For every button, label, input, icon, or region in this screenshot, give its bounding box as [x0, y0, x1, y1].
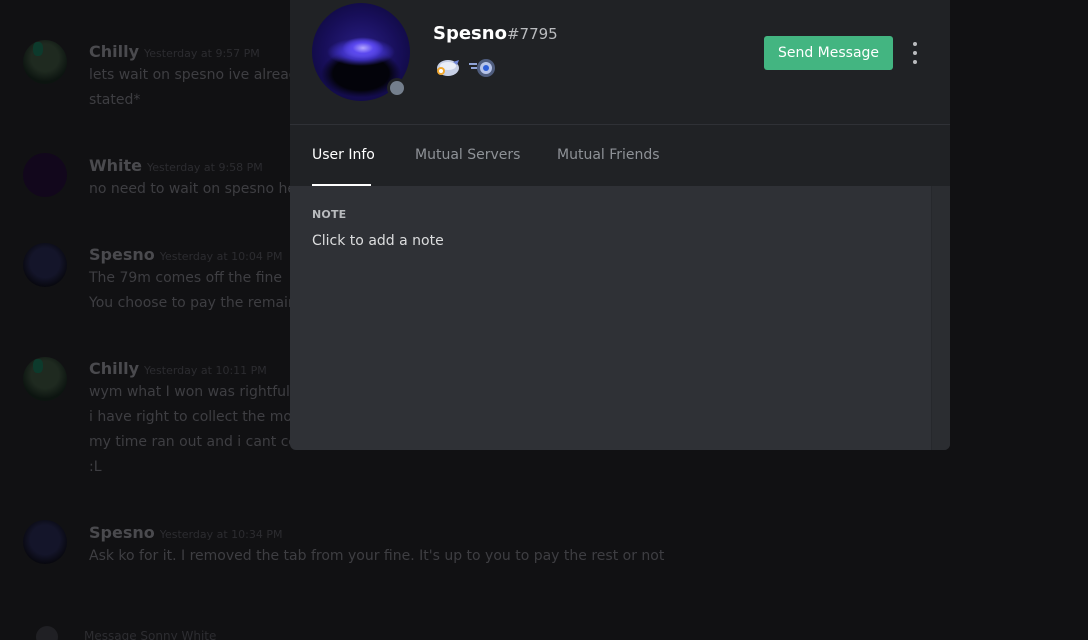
tab-mutual-friends[interactable]: Mutual Friends	[557, 147, 660, 163]
message-line: stated*	[89, 92, 141, 108]
discriminator: #7795	[506, 25, 558, 43]
hypesquad-badge-icon[interactable]	[431, 56, 463, 80]
profile-tabs: User Info Mutual Servers Mutual Friends	[290, 124, 950, 186]
message-author[interactable]: Spesno Yesterday at 10:34 PM	[89, 523, 283, 542]
avatar[interactable]	[23, 520, 67, 564]
message-author[interactable]: White Yesterday at 9:58 PM	[89, 156, 263, 175]
message-timestamp: Yesterday at 9:57 PM	[144, 47, 260, 60]
discord-window: Chilly Yesterday at 9:57 PM lets wait on …	[0, 0, 1088, 640]
message-line: lets wait on spesno ive already	[89, 67, 306, 83]
message-line: Ask ko for it. I removed the tab from yo…	[89, 548, 665, 564]
message-timestamp: Yesterday at 10:04 PM	[159, 250, 283, 263]
message-timestamp: Yesterday at 9:58 PM	[147, 161, 263, 174]
avatar[interactable]	[23, 243, 67, 287]
message-author[interactable]: Chilly Yesterday at 10:11 PM	[89, 359, 267, 378]
offline-status-icon	[387, 78, 407, 98]
message-input-placeholder: Message Sonny White	[84, 629, 217, 640]
author-name[interactable]: Spesno	[89, 523, 155, 542]
message-input[interactable]: Message Sonny White	[24, 622, 1064, 640]
author-name[interactable]: White	[89, 156, 142, 175]
message-timestamp: Yesterday at 10:11 PM	[144, 364, 267, 377]
note-label: NOTE	[312, 208, 347, 221]
nitro-boost-badge-icon[interactable]	[467, 56, 499, 80]
author-name[interactable]: Chilly	[89, 42, 139, 61]
message-line: i have right to collect the mon	[89, 409, 301, 425]
tab-user-info[interactable]: User Info	[312, 147, 375, 163]
message-line: no need to wait on spesno hes	[89, 181, 304, 197]
user-profile-modal: Spesno#7795 Send Message User Info Mutua…	[290, 0, 950, 450]
profile-body: NOTE Click to add a note	[290, 186, 950, 450]
profile-username: Spesno#7795	[433, 23, 558, 44]
author-name[interactable]: Chilly	[89, 359, 139, 378]
message-line: You choose to pay the remain	[89, 295, 297, 311]
avatar[interactable]	[23, 40, 67, 84]
avatar[interactable]	[23, 357, 67, 401]
message-author[interactable]: Chilly Yesterday at 9:57 PM	[89, 42, 260, 61]
message-timestamp: Yesterday at 10:34 PM	[159, 528, 283, 541]
message-line: The 79m comes off the fine	[89, 270, 283, 286]
username: Spesno	[433, 23, 507, 44]
note-input[interactable]: Click to add a note	[312, 233, 444, 249]
message-line: :L	[89, 459, 102, 475]
profile-header: Spesno#7795 Send Message	[290, 0, 950, 124]
send-message-button[interactable]: Send Message	[764, 36, 893, 70]
avatar[interactable]	[23, 153, 67, 197]
tab-mutual-servers[interactable]: Mutual Servers	[415, 147, 520, 163]
scrollbar[interactable]	[931, 186, 950, 450]
message-line: wym what I won was rightfully	[89, 384, 303, 400]
vertical-ellipsis-icon[interactable]	[907, 42, 923, 64]
author-name[interactable]: Spesno	[89, 245, 155, 264]
message-line: my time ran out and i cant cov	[89, 434, 306, 450]
message-author[interactable]: Spesno Yesterday at 10:04 PM	[89, 245, 283, 264]
attach-icon[interactable]	[36, 626, 58, 640]
